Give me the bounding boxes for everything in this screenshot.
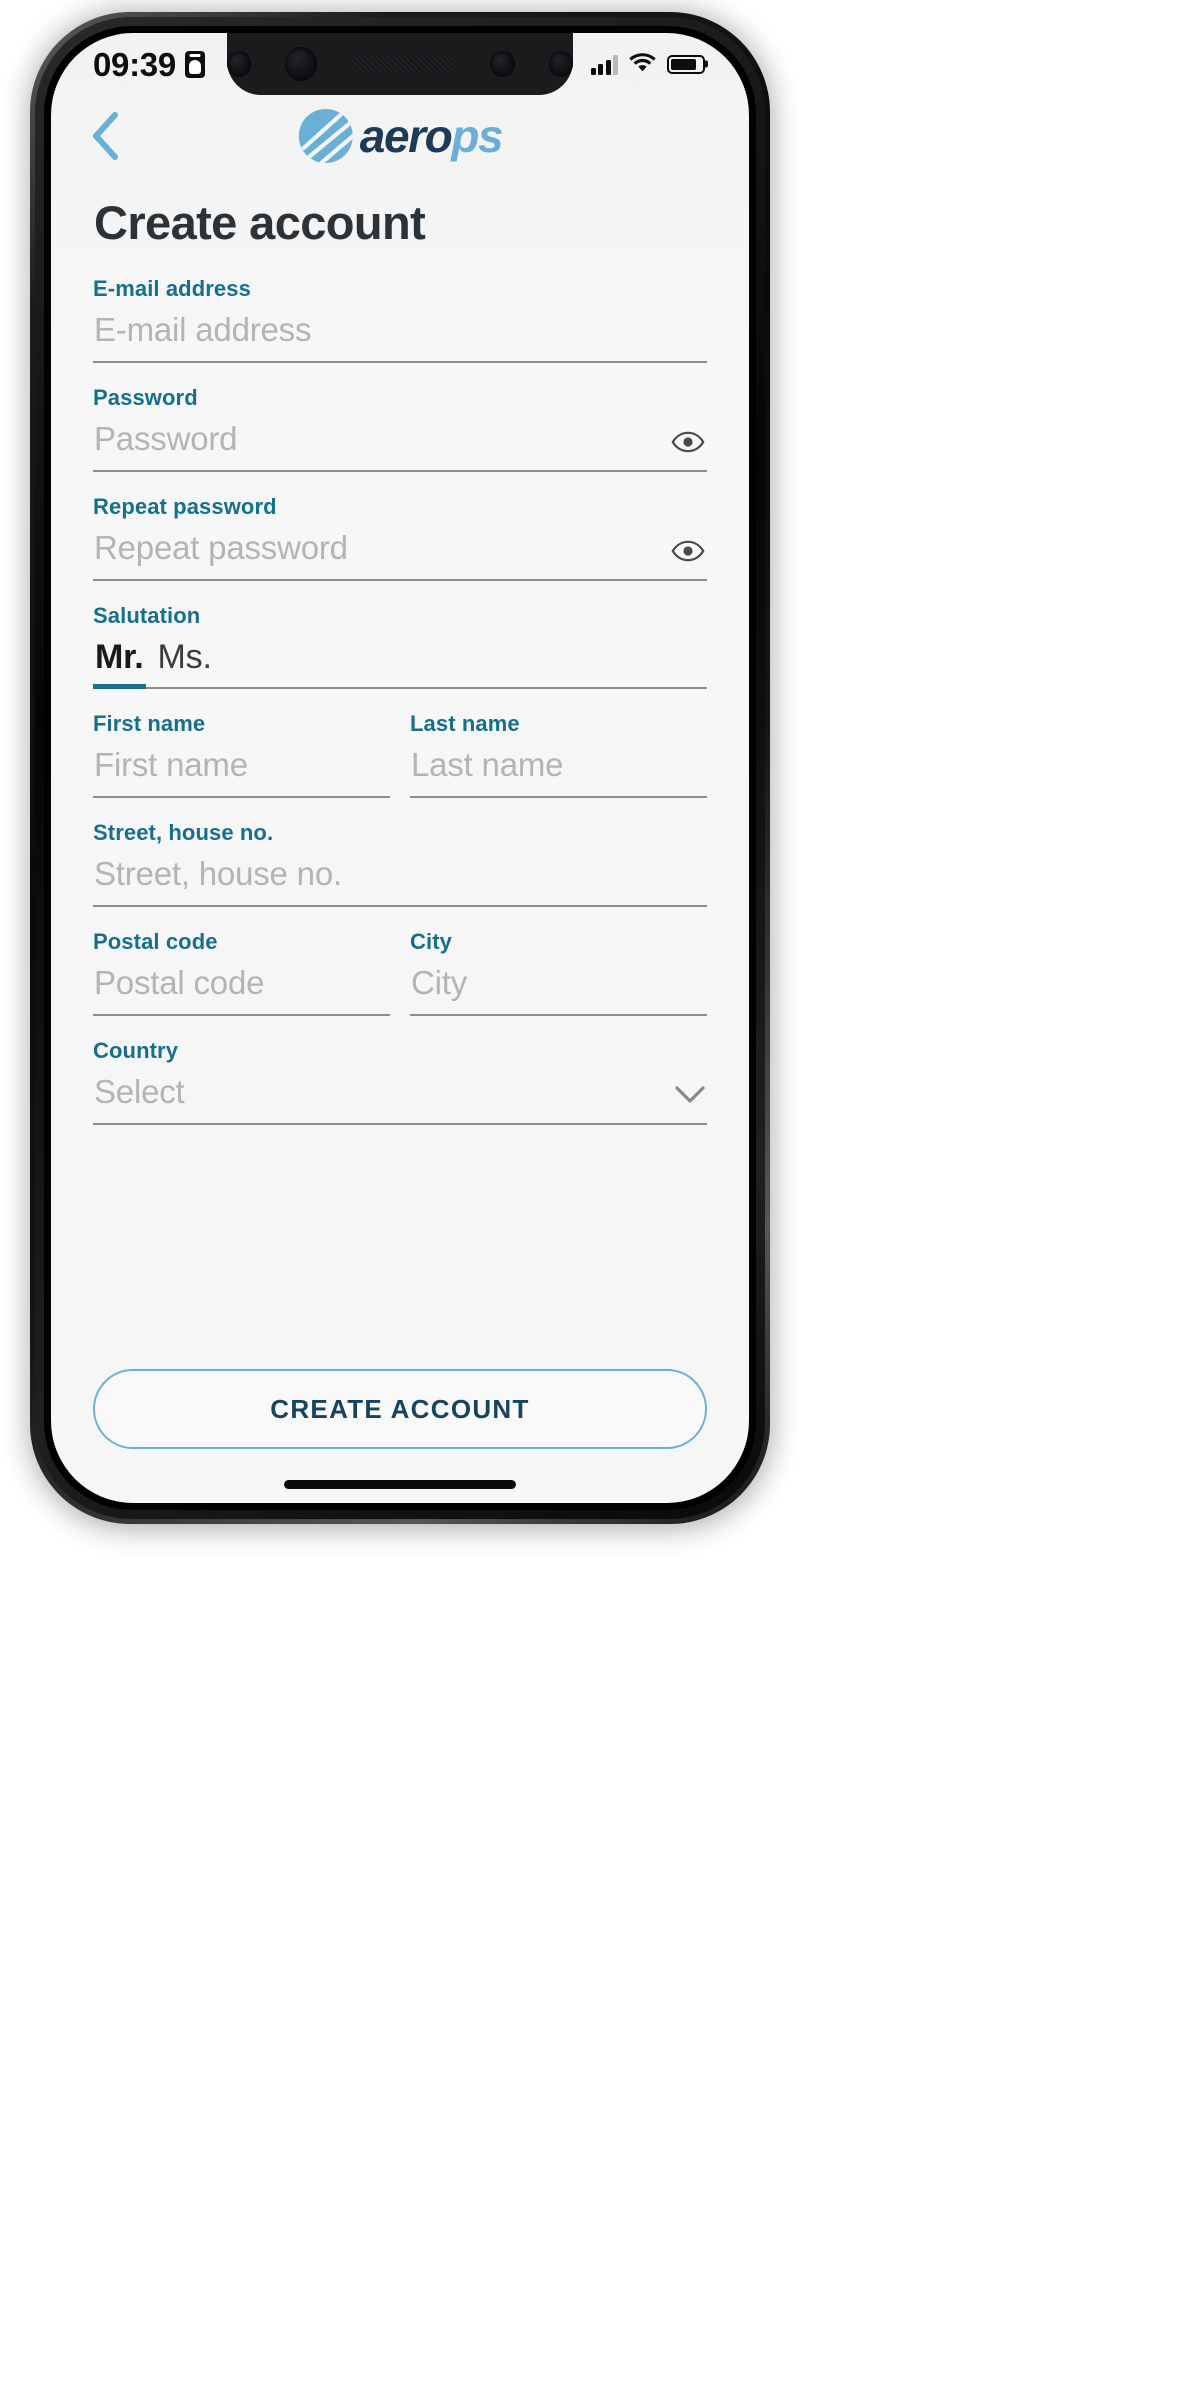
phone-frame-inner: 09:39 aerops Create account E-mail addre… bbox=[35, 17, 765, 1519]
first-name-input[interactable]: First name bbox=[93, 744, 390, 798]
city-placeholder: City bbox=[411, 963, 468, 1001]
last-name-input[interactable]: Last name bbox=[410, 744, 707, 798]
postal-code-label: Postal code bbox=[93, 928, 218, 954]
logo-text-ps: ps bbox=[451, 110, 503, 162]
repeat-password-field-group: Repeat password Repeat password bbox=[93, 494, 707, 581]
password-label: Password bbox=[93, 384, 198, 410]
postal-code-placeholder: Postal code bbox=[94, 963, 265, 1001]
country-label: Country bbox=[93, 1037, 179, 1063]
aerops-logo: aerops bbox=[298, 108, 504, 164]
country-placeholder: Select bbox=[94, 1072, 185, 1110]
name-row: First name First name Last name Last nam… bbox=[93, 711, 707, 798]
status-bar-left: 09:39 bbox=[93, 48, 205, 81]
salutation-option-ms[interactable]: Ms. bbox=[156, 636, 224, 687]
street-field-group: Street, house no. Street, house no. bbox=[93, 820, 707, 907]
street-placeholder: Street, house no. bbox=[94, 854, 342, 892]
repeat-password-input[interactable]: Repeat password bbox=[93, 527, 707, 581]
phone-screen: 09:39 aerops Create account E-mail addre… bbox=[51, 33, 749, 1503]
cellular-signal-icon bbox=[590, 54, 618, 75]
status-bar: 09:39 bbox=[51, 33, 749, 95]
postal-code-input[interactable]: Postal code bbox=[93, 962, 390, 1016]
repeat-password-label: Repeat password bbox=[93, 493, 277, 519]
create-account-button[interactable]: CREATE ACCOUNT bbox=[93, 1369, 707, 1449]
repeat-password-visibility-toggle[interactable] bbox=[669, 536, 707, 566]
repeat-password-placeholder: Repeat password bbox=[94, 528, 348, 566]
email-label: E-mail address bbox=[93, 276, 251, 301]
status-bar-clock: 09:39 bbox=[93, 45, 176, 83]
first-name-placeholder: First name bbox=[94, 745, 248, 783]
city-input[interactable]: City bbox=[410, 962, 707, 1016]
chevron-left-icon bbox=[93, 112, 118, 160]
street-label: Street, house no. bbox=[93, 819, 274, 845]
password-visibility-toggle[interactable] bbox=[669, 427, 707, 457]
salutation-tabs: Mr. Ms. bbox=[93, 636, 707, 689]
last-name-field-group: Last name Last name bbox=[410, 711, 707, 798]
postal-city-row: Postal code Postal code City City bbox=[93, 929, 707, 1016]
password-placeholder: Password bbox=[94, 419, 238, 457]
first-name-field-group: First name First name bbox=[93, 711, 390, 798]
street-input[interactable]: Street, house no. bbox=[93, 853, 707, 907]
country-dropdown-toggle[interactable] bbox=[673, 1080, 707, 1110]
last-name-placeholder: Last name bbox=[411, 745, 564, 783]
salutation-option-mr[interactable]: Mr. bbox=[93, 636, 156, 689]
salutation-field-group: Salutation Mr. Ms. bbox=[93, 603, 707, 689]
email-field-group: E-mail address E-mail address bbox=[93, 276, 707, 363]
email-placeholder: E-mail address bbox=[94, 311, 312, 348]
aerops-wordmark: aerops bbox=[359, 110, 504, 162]
eye-icon bbox=[671, 431, 705, 453]
phone-bezel: 09:39 aerops Create account E-mail addre… bbox=[44, 26, 756, 1510]
city-field-group: City City bbox=[410, 929, 707, 1016]
status-bar-right bbox=[590, 52, 705, 77]
password-field-group: Password Password bbox=[93, 385, 707, 472]
country-field-group: Country Select bbox=[93, 1038, 707, 1125]
country-select[interactable]: Select bbox=[93, 1071, 707, 1125]
id-badge-icon bbox=[184, 50, 205, 78]
battery-icon bbox=[667, 54, 705, 74]
form-content: Create account E-mail address E-mail add… bbox=[51, 195, 749, 1125]
back-button[interactable] bbox=[91, 109, 135, 163]
last-name-label: Last name bbox=[410, 710, 520, 736]
postal-code-field-group: Postal code Postal code bbox=[93, 929, 390, 1016]
salutation-label: Salutation bbox=[93, 602, 201, 628]
wifi-icon bbox=[629, 52, 656, 77]
logo-text-aero: aero bbox=[359, 110, 453, 162]
cta-container: CREATE ACCOUNT bbox=[51, 1369, 749, 1449]
aerops-globe-icon bbox=[298, 109, 353, 163]
home-indicator[interactable] bbox=[284, 1480, 516, 1489]
phone-device-frame: 09:39 aerops Create account E-mail addre… bbox=[30, 12, 770, 1524]
app-header: aerops bbox=[51, 95, 749, 177]
page-title: Create account bbox=[94, 196, 426, 249]
chevron-down-icon bbox=[675, 1085, 705, 1103]
email-input[interactable]: E-mail address bbox=[93, 309, 707, 363]
password-input[interactable]: Password bbox=[93, 418, 707, 472]
eye-icon bbox=[671, 540, 705, 562]
screenshot-stage: 09:39 aerops Create account E-mail addre… bbox=[0, 0, 1200, 2383]
city-label: City bbox=[410, 928, 452, 954]
first-name-label: First name bbox=[93, 710, 206, 736]
